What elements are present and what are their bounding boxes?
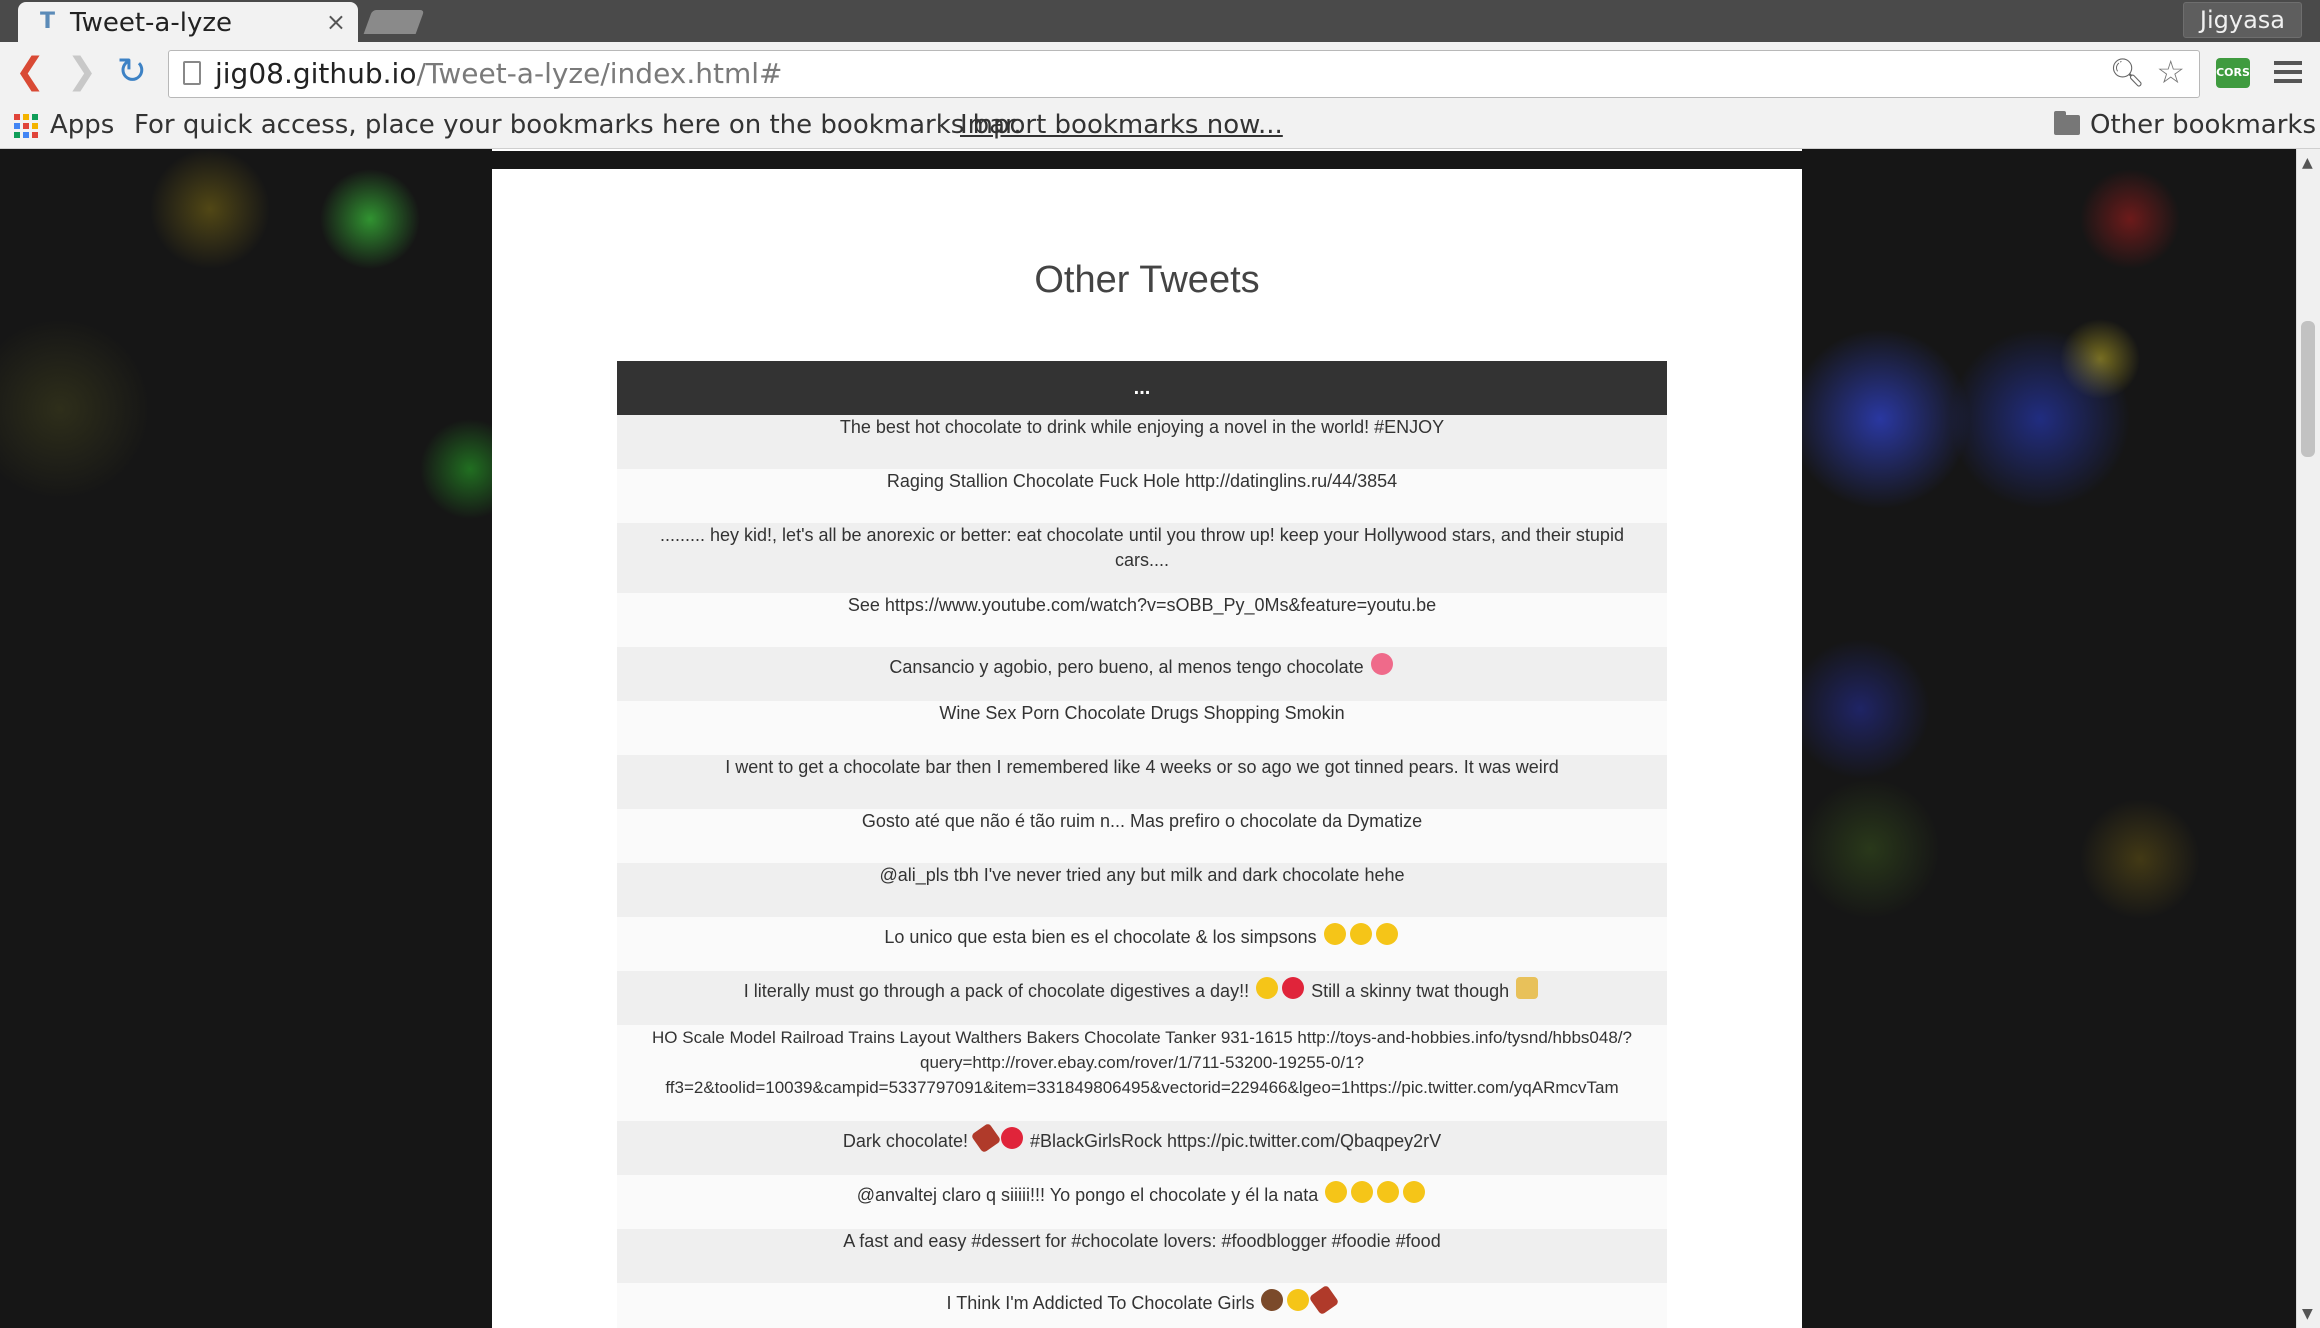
tweet-text: Lo unico que esta bien es el chocolate &…	[884, 927, 1322, 947]
tweet-text: Cansancio y agobio, pero bueno, al menos…	[889, 657, 1369, 677]
tweet-text: @ali_pls tbh I've never tried any but mi…	[879, 865, 1405, 885]
tweet-text: ......... hey kid!, let's all be anorexi…	[660, 525, 1624, 570]
table-row: A fast and easy #dessert for #chocolate …	[617, 1229, 1667, 1283]
address-bar[interactable]: jig08.github.io/Tweet-a-lyze/index.html#…	[168, 50, 2200, 98]
url-host: jig08.github.io	[215, 57, 417, 90]
profile-button[interactable]: Jigyasa	[2182, 2, 2302, 38]
import-bookmarks-link[interactable]: Import bookmarks now...	[960, 108, 1283, 142]
emoji-icon	[1325, 1181, 1348, 1203]
scroll-up-arrow-icon[interactable]: ▲	[2302, 155, 2313, 171]
close-tab-icon[interactable]: ×	[326, 8, 346, 36]
table-row: I went to get a chocolate bar then I rem…	[617, 755, 1667, 809]
table-row: ......... hey kid!, let's all be anorexi…	[617, 523, 1667, 593]
tab-tweet-a-lyze[interactable]: T Tweet-a-lyze ×	[18, 2, 358, 42]
emoji-icon	[1256, 977, 1279, 999]
emoji-icon	[1377, 1181, 1400, 1203]
emoji-icon	[1370, 653, 1393, 675]
emoji-icon	[1516, 977, 1539, 999]
emoji-icon	[1349, 923, 1372, 945]
tab-title: Tweet-a-lyze	[70, 8, 232, 38]
zoom-icon[interactable]: 🔍︎	[2109, 57, 2145, 89]
new-tab-button[interactable]	[363, 10, 425, 34]
bookmarks-hint: For quick access, place your bookmarks h…	[134, 110, 1022, 140]
emoji-icon	[1403, 1181, 1426, 1203]
page-viewport: Other Tweets ... The best hot chocolate …	[0, 149, 2296, 1328]
bookmarks-bar: Apps For quick access, place your bookma…	[0, 104, 2320, 149]
table-body: The best hot chocolate to drink while en…	[617, 415, 1667, 1328]
tweet-text: The best hot chocolate to drink while en…	[839, 417, 1445, 437]
tweet-text: Gosto até que não é tão ruim n... Mas pr…	[861, 811, 1423, 831]
tweet-text: Wine Sex Porn Chocolate Drugs Shopping S…	[939, 703, 1345, 723]
tweet-text: Dark chocolate!	[842, 1131, 973, 1151]
page-icon	[183, 61, 201, 85]
tweet-text: I literally must go through a pack of ch…	[743, 981, 1255, 1001]
table-row: The best hot chocolate to drink while en…	[617, 415, 1667, 469]
browser-toolbar: ❮ ❯ ↻ jig08.github.io/Tweet-a-lyze/index…	[0, 42, 2320, 104]
emoji-icon	[1351, 1181, 1374, 1203]
tweets-table: ... The best hot chocolate to drink whil…	[617, 361, 1667, 1328]
apps-link[interactable]: Apps	[50, 108, 114, 142]
table-row: @ali_pls tbh I've never tried any but mi…	[617, 863, 1667, 917]
tweet-text: I Think I'm Addicted To Chocolate Girls	[946, 1293, 1260, 1313]
cors-extension-icon[interactable]: CORS	[2216, 58, 2250, 88]
vertical-scrollbar[interactable]: ▲ ▼	[2296, 149, 2320, 1328]
emoji-icon	[970, 1122, 1002, 1154]
twitter-favicon-icon: T	[40, 9, 56, 34]
table-row: Wine Sex Porn Chocolate Drugs Shopping S…	[617, 701, 1667, 755]
table-row: I literally must go through a pack of ch…	[617, 971, 1667, 1025]
other-bookmarks-button[interactable]: Other bookmarks	[2090, 108, 2316, 142]
url-text[interactable]: jig08.github.io/Tweet-a-lyze/index.html#	[215, 58, 783, 90]
back-arrow-icon[interactable]: ❮	[10, 50, 50, 94]
tweet-text: Still a skinny twat though	[1306, 981, 1515, 1001]
table-header: ...	[617, 361, 1667, 415]
tweet-text: #BlackGirlsRock https://pic.twitter.com/…	[1024, 1131, 1442, 1151]
emoji-icon	[1000, 1127, 1023, 1149]
emoji-icon	[1309, 1284, 1340, 1316]
table-row: See https://www.youtube.com/watch?v=sOBB…	[617, 593, 1667, 647]
emoji-icon	[1323, 923, 1346, 945]
table-row: Raging Stallion Chocolate Fuck Hole http…	[617, 469, 1667, 523]
emoji-icon	[1282, 977, 1305, 999]
tweet-text: HO Scale Model Railroad Trains Layout Wa…	[652, 1028, 1632, 1097]
scroll-down-arrow-icon[interactable]: ▼	[2302, 1306, 2313, 1322]
tab-strip: T Tweet-a-lyze × Jigyasa	[0, 0, 2320, 42]
table-row: I Think I'm Addicted To Chocolate Girls	[617, 1283, 1667, 1328]
table-row: Gosto até que não é tão ruim n... Mas pr…	[617, 809, 1667, 863]
tweet-text: I went to get a chocolate bar then I rem…	[725, 757, 1559, 777]
page-heading: Other Tweets	[1034, 259, 1260, 301]
tweet-text: Raging Stallion Chocolate Fuck Hole http…	[886, 471, 1398, 491]
tweet-text: @anvaltej claro q siiiii!!! Yo pongo el …	[856, 1185, 1324, 1205]
emoji-icon	[1261, 1289, 1284, 1311]
emoji-icon	[1287, 1289, 1310, 1311]
table-row: HO Scale Model Railroad Trains Layout Wa…	[617, 1025, 1667, 1121]
table-row: Lo unico que esta bien es el chocolate &…	[617, 917, 1667, 971]
tweet-text: A fast and easy #dessert for #chocolate …	[843, 1231, 1441, 1251]
folder-icon	[2054, 111, 2080, 135]
reload-icon[interactable]: ↻	[112, 50, 152, 94]
url-path: /Tweet-a-lyze/index.html#	[416, 57, 783, 90]
bookmark-star-icon[interactable]: ☆	[2156, 55, 2185, 89]
tweet-text: See https://www.youtube.com/watch?v=sOBB…	[847, 595, 1437, 615]
scroll-thumb[interactable]	[2301, 321, 2315, 457]
menu-icon[interactable]	[2274, 56, 2302, 88]
emoji-icon	[1375, 923, 1398, 945]
panel-top-bar	[492, 151, 1802, 169]
table-row: @anvaltej claro q siiiii!!! Yo pongo el …	[617, 1175, 1667, 1229]
table-row: Cansancio y agobio, pero bueno, al menos…	[617, 647, 1667, 701]
content-panel: Other Tweets ... The best hot chocolate …	[492, 149, 1802, 1328]
table-row: Dark chocolate! #BlackGirlsRock https://…	[617, 1121, 1667, 1175]
apps-grid-icon[interactable]	[14, 114, 38, 138]
forward-arrow-icon[interactable]: ❯	[62, 50, 102, 94]
